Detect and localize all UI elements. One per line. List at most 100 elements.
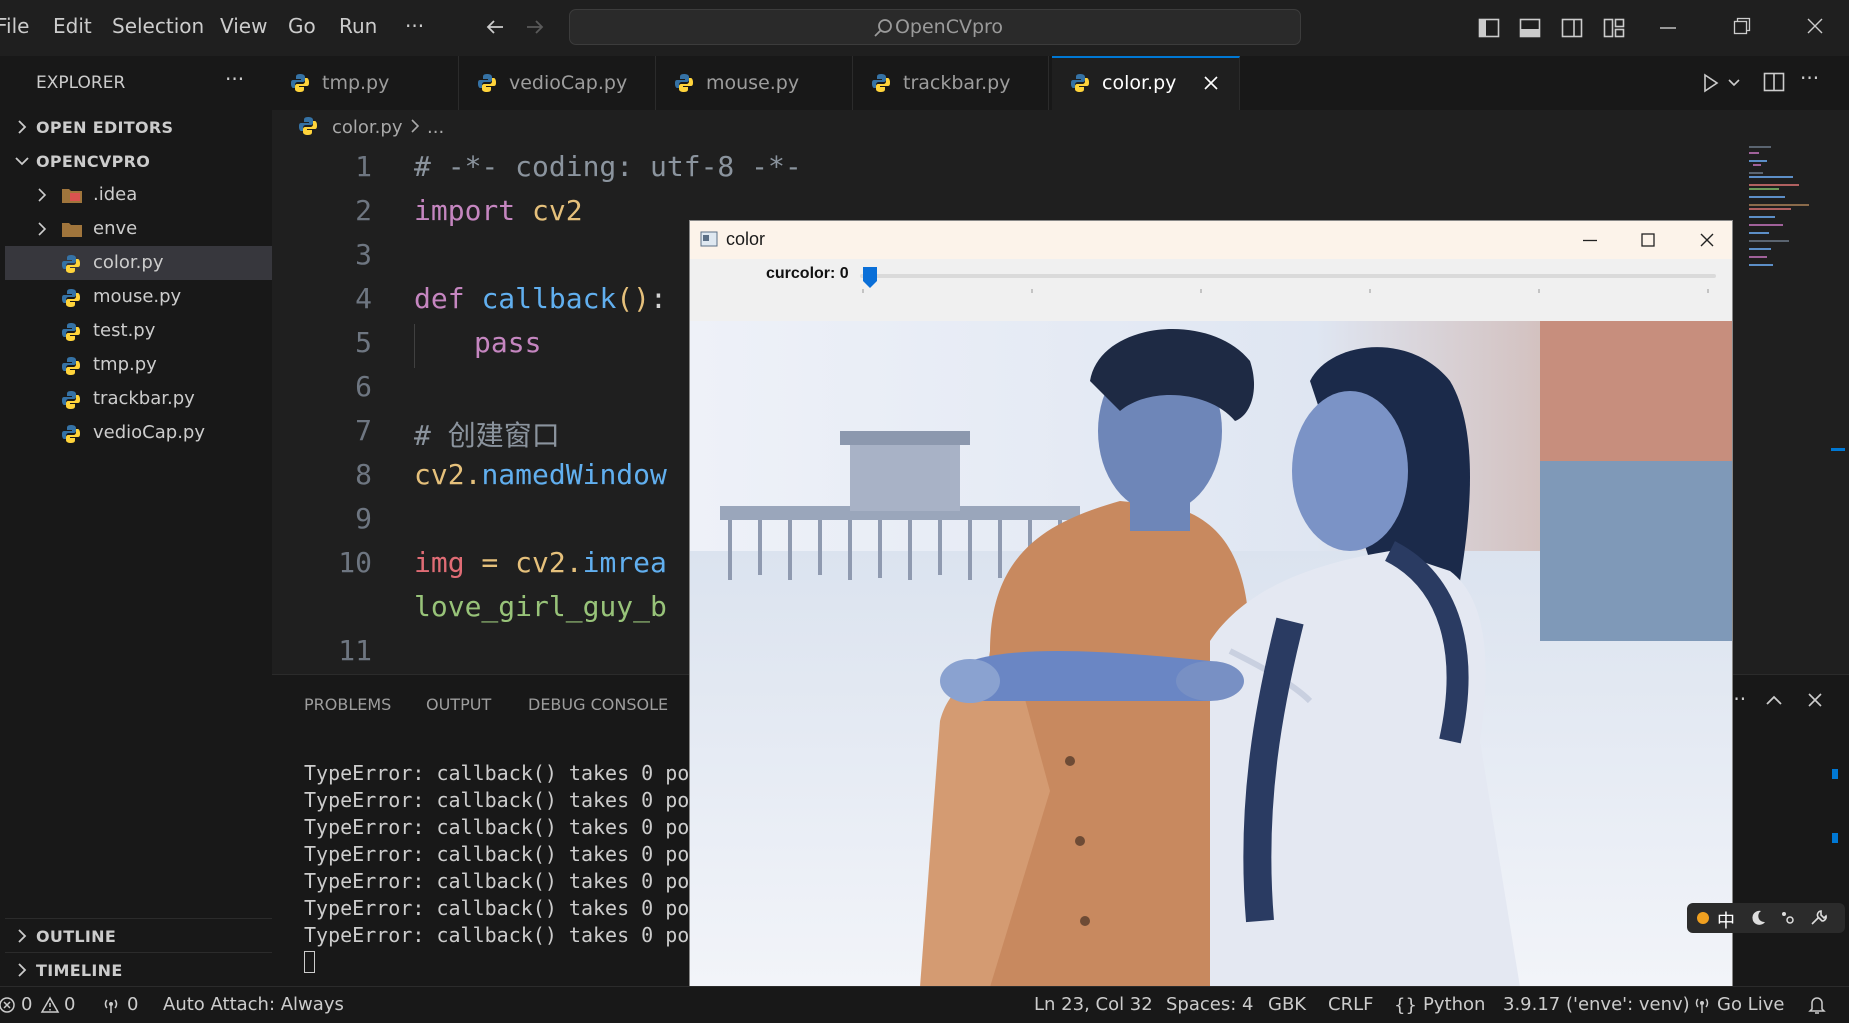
back-arrow-icon[interactable] — [484, 16, 506, 38]
indentation[interactable]: Spaces: 4 — [1166, 994, 1253, 1015]
tree-item-tmp-py[interactable]: tmp.py — [5, 348, 272, 382]
terminal-line: TypeError: callback() takes 0 po — [304, 761, 690, 785]
warning-count[interactable]: 0 — [64, 994, 75, 1015]
moon-icon[interactable] — [1749, 909, 1767, 927]
line-number: 1 — [355, 150, 372, 183]
code-line-10: img = cv2.imrea — [414, 546, 667, 579]
tree-item-label: color.py — [93, 252, 164, 273]
code-function: namedWindow — [481, 458, 667, 491]
cursor-position[interactable]: Ln 23, Col 32 — [1034, 994, 1153, 1015]
cv-maximize-icon[interactable] — [1640, 232, 1656, 248]
python-file-icon — [61, 390, 81, 410]
chevron-down-icon[interactable] — [1727, 77, 1741, 89]
tree-item-trackbar-py[interactable]: trackbar.py — [5, 382, 272, 416]
ime-mode[interactable]: 中 — [1717, 907, 1735, 933]
code-operator: = — [464, 546, 516, 579]
forward-arrow-icon[interactable] — [524, 16, 546, 38]
line-number: 10 — [338, 546, 372, 579]
opencv-image-window[interactable]: color curcolor: 0 — [689, 220, 1733, 988]
close-tab-icon[interactable] — [1202, 74, 1220, 92]
go-live-button[interactable]: Go Live — [1717, 994, 1784, 1015]
end-of-line[interactable]: CRLF — [1328, 994, 1373, 1015]
section-timeline[interactable]: TIMELINE — [5, 952, 272, 987]
punctuation-icon[interactable] — [1779, 909, 1797, 927]
maximize-panel-icon[interactable] — [1765, 693, 1783, 707]
toggle-secondary-sidebar-icon[interactable] — [1561, 17, 1583, 39]
code-function: callback — [481, 282, 617, 315]
tree-item-test-py[interactable]: test.py — [5, 314, 272, 348]
toggle-panel-icon[interactable] — [1519, 17, 1541, 39]
close-window-icon[interactable] — [1805, 16, 1825, 36]
encoding[interactable]: GBK — [1268, 994, 1306, 1015]
notifications-bell-icon[interactable] — [1808, 995, 1826, 1015]
ime-toolbar[interactable]: 中 — [1687, 903, 1845, 933]
explorer-sidebar: EXPLORER ··· OPEN EDITORS OPENCVPRO .ide… — [5, 56, 272, 986]
section-project[interactable]: OPENCVPRO — [5, 144, 272, 178]
command-center-search[interactable]: OpenCVpro — [569, 9, 1301, 45]
menu-go[interactable]: Go — [288, 14, 316, 38]
minimap[interactable] — [1745, 146, 1845, 674]
tree-item-mouse-py[interactable]: mouse.py — [5, 280, 272, 314]
tree-item-enve[interactable]: enve — [5, 212, 272, 246]
restore-icon[interactable] — [1732, 16, 1752, 36]
cv-window-titlebar[interactable]: color — [690, 221, 1732, 259]
line-number: 2 — [355, 194, 372, 227]
breadcrumb: color.py ... — [272, 110, 1572, 146]
breadcrumb-symbol[interactable]: ... — [427, 117, 444, 138]
menu-file[interactable]: File — [0, 14, 29, 38]
auto-attach[interactable]: Auto Attach: Always — [163, 994, 344, 1015]
close-panel-icon[interactable] — [1806, 691, 1824, 709]
error-count[interactable]: 0 — [21, 994, 32, 1015]
code-line-7: # 创建窗口 — [414, 419, 560, 452]
section-outline[interactable]: OUTLINE — [5, 918, 272, 953]
tree-item-idea[interactable]: .idea — [5, 178, 272, 212]
tab-tmp-py[interactable]: tmp.py — [272, 56, 459, 110]
code-keyword: pass — [474, 326, 542, 359]
cv-minimize-icon[interactable] — [1582, 239, 1598, 242]
tab-label: trackbar.py — [903, 72, 1011, 94]
run-python-icon[interactable] — [1700, 72, 1724, 94]
terminal-cursor — [304, 951, 315, 973]
minimize-icon[interactable] — [1658, 26, 1678, 30]
toggle-primary-sidebar-icon[interactable] — [1478, 17, 1500, 39]
trackbar-thumb[interactable] — [862, 265, 878, 289]
menu-more[interactable]: ··· — [405, 14, 424, 38]
panel-tab-output[interactable]: OUTPUT — [426, 695, 491, 714]
code-punct: () — [616, 282, 651, 315]
tab-mouse-py[interactable]: mouse.py — [656, 56, 853, 110]
tab-label: color.py — [1102, 72, 1177, 94]
chevron-down-icon — [14, 153, 30, 169]
split-editor-icon[interactable] — [1762, 71, 1786, 93]
tree-item-label: mouse.py — [93, 286, 182, 307]
tab-color-py[interactable]: color.py — [1052, 56, 1240, 110]
trackbar-track[interactable] — [860, 274, 1716, 278]
customize-layout-icon[interactable] — [1603, 17, 1625, 39]
menu-run[interactable]: Run — [339, 14, 377, 38]
section-open-editors[interactable]: OPEN EDITORS — [5, 110, 272, 144]
tab-trackbar-py[interactable]: trackbar.py — [853, 56, 1049, 110]
menu-selection[interactable]: Selection — [112, 14, 204, 38]
menu-view[interactable]: View — [220, 14, 267, 38]
breadcrumb-file[interactable]: color.py — [332, 117, 402, 138]
panel-tab-debug-console[interactable]: DEBUG CONSOLE — [528, 695, 668, 714]
section-open-editors-label: OPEN EDITORS — [36, 118, 174, 137]
folder-idea-icon — [61, 186, 83, 204]
tree-item-color-py[interactable]: color.py — [5, 246, 272, 280]
ports-count[interactable]: 0 — [127, 994, 138, 1015]
tree-item-label: tmp.py — [93, 354, 157, 375]
python-file-icon — [61, 322, 81, 342]
line-number: 11 — [338, 634, 372, 667]
explorer-more-button[interactable]: ··· — [225, 67, 244, 91]
more-actions-icon[interactable]: ··· — [1800, 66, 1819, 90]
wrench-icon[interactable] — [1809, 909, 1827, 927]
python-interpreter[interactable]: 3.9.17 ('enve': venv) — [1503, 994, 1690, 1015]
tab-vediocap-py[interactable]: vedioCap.py — [459, 56, 656, 110]
code-keyword: def — [414, 282, 465, 315]
cv-close-icon[interactable] — [1698, 231, 1716, 249]
python-file-icon — [61, 254, 81, 274]
panel-tab-problems[interactable]: PROBLEMS — [304, 695, 391, 714]
tree-item-vediocap-py[interactable]: vedioCap.py — [5, 416, 272, 450]
menu-edit[interactable]: Edit — [53, 14, 92, 38]
tab-label: tmp.py — [322, 72, 390, 94]
language-mode[interactable]: Python — [1423, 994, 1485, 1015]
